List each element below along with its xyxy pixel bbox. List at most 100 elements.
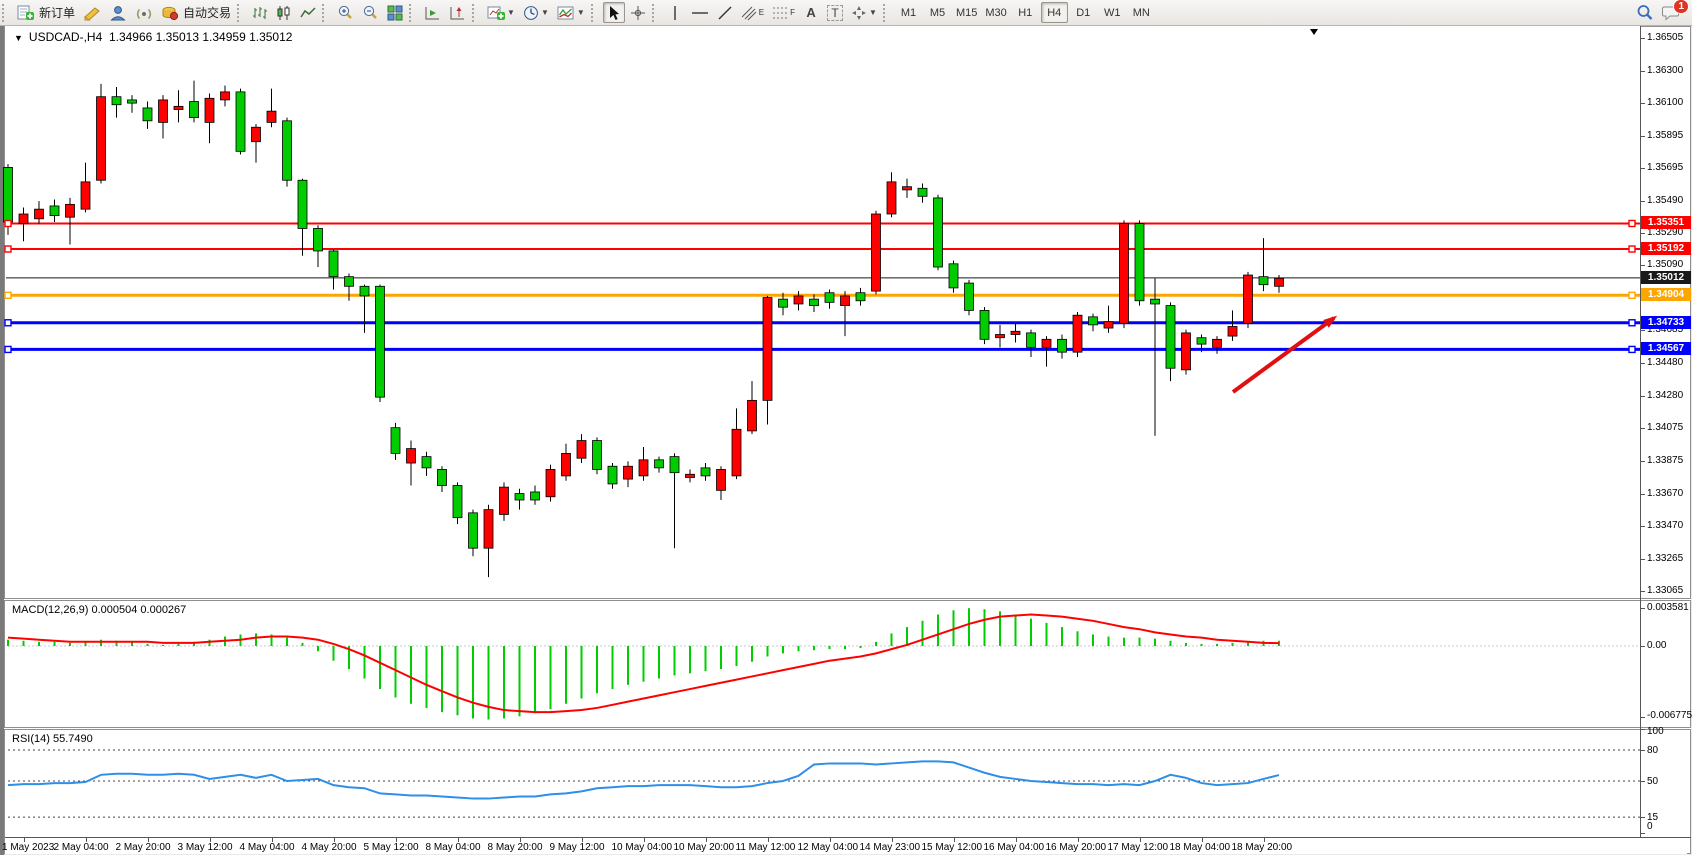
chart-shift-button[interactable]	[446, 2, 469, 23]
line-drag-handle[interactable]	[1629, 220, 1635, 226]
candle-body	[360, 286, 369, 296]
bar-chart-button[interactable]	[249, 2, 271, 23]
candle-body	[1197, 338, 1206, 344]
timeframe-button-m30[interactable]: M30	[982, 2, 1009, 23]
line-drag-handle[interactable]	[5, 320, 11, 326]
vertical-line-tool-button[interactable]	[664, 2, 686, 23]
text-tool-button[interactable]: A	[800, 2, 822, 23]
zoom-out-button[interactable]	[359, 2, 382, 23]
crayon-button[interactable]	[80, 2, 104, 23]
last-bar-shift-marker[interactable]	[1310, 29, 1318, 35]
profile-button[interactable]	[106, 2, 130, 23]
line-drag-handle[interactable]	[5, 292, 11, 298]
line-drag-handle[interactable]	[1629, 292, 1635, 298]
timeframe-button-h4[interactable]: H4	[1041, 2, 1068, 23]
timeframe-button-w1[interactable]: W1	[1099, 2, 1126, 23]
timeframe-button-d1[interactable]: D1	[1070, 2, 1097, 23]
timeframe-button-m1[interactable]: M1	[895, 2, 922, 23]
line-drag-handle[interactable]	[1629, 320, 1635, 326]
macd-tick-label: 0.00	[1647, 640, 1666, 651]
new-chart-button[interactable]: ▼	[484, 2, 518, 23]
candle-body	[670, 457, 679, 473]
line-drag-handle[interactable]	[5, 346, 11, 352]
price-chart-panel[interactable]	[0, 26, 1692, 598]
toolbar-grip[interactable]	[472, 4, 481, 22]
chart-title: ▼USDCAD-,H4 1.34966 1.35013 1.34959 1.35…	[14, 30, 292, 44]
line-drag-handle[interactable]	[5, 220, 11, 226]
rsi-label: RSI(14) 55.7490	[12, 733, 93, 745]
axis-tick	[1640, 781, 1645, 782]
candle-body	[531, 492, 540, 500]
chart-shift-icon	[449, 5, 466, 21]
auto-scroll-button[interactable]	[421, 2, 444, 23]
arrows-tool-button[interactable]: ▼	[848, 2, 880, 23]
candle-body	[965, 283, 974, 310]
horizontal-line-tool-button[interactable]	[688, 2, 712, 23]
line-chart-button[interactable]	[297, 2, 319, 23]
timeframe-button-m15[interactable]: M15	[953, 2, 980, 23]
profile-icon	[109, 5, 127, 21]
toolbar-grip[interactable]	[237, 4, 246, 22]
candle-body	[236, 92, 245, 151]
candlestick-chart-button[interactable]	[273, 2, 295, 23]
time-axis-label: 17 May 12:00	[1108, 842, 1169, 853]
axis-tick	[1640, 494, 1645, 495]
candle-body	[794, 296, 803, 304]
cursor-tool-button[interactable]	[603, 2, 625, 23]
toolbar-grip[interactable]	[409, 4, 418, 22]
new-order-button[interactable]: 新订单	[14, 2, 78, 23]
candle-body	[1027, 333, 1036, 347]
time-axis-label: 14 May 23:00	[860, 842, 921, 853]
candle-body	[918, 188, 927, 196]
tile-windows-button[interactable]	[384, 2, 406, 23]
candle-body	[97, 97, 106, 181]
axis-tick	[1640, 428, 1645, 429]
signal-icon	[135, 5, 153, 21]
equidistant-channel-tool-button[interactable]: E	[738, 2, 767, 23]
toolbar-grip[interactable]	[2, 4, 11, 22]
time-axis-label: 8 May 20:00	[488, 842, 543, 853]
collapse-triangle-icon[interactable]: ▼	[14, 33, 23, 43]
time-axis-label: 9 May 12:00	[550, 842, 605, 853]
timeframe-button-mn[interactable]: MN	[1128, 2, 1155, 23]
macd-panel[interactable]	[0, 601, 1692, 727]
line-drag-handle[interactable]	[5, 246, 11, 252]
signal-button[interactable]	[132, 2, 156, 23]
toolbar-grip[interactable]	[322, 4, 331, 22]
toolbar: 新订单 自动交易	[0, 0, 1692, 26]
price-tick-label: 1.36100	[1647, 97, 1683, 108]
line-drag-handle[interactable]	[1629, 246, 1635, 252]
label-tool-glyph: T	[827, 5, 842, 21]
fibonacci-tool-button[interactable]: F	[769, 2, 798, 23]
search-button[interactable]	[1633, 2, 1657, 23]
price-tick-label: 1.33065	[1647, 585, 1683, 596]
rsi-panel[interactable]	[0, 730, 1692, 837]
time-axis-label: 16 May 04:00	[984, 842, 1045, 853]
crosshair-tool-button[interactable]	[627, 2, 649, 23]
trendline-tool-button[interactable]	[714, 2, 736, 23]
macd-label: MACD(12,26,9) 0.000504 0.000267	[12, 604, 186, 616]
price-tick-label: 1.34075	[1647, 422, 1683, 433]
zoom-in-button[interactable]	[334, 2, 357, 23]
text-label-tool-button[interactable]: T	[824, 2, 846, 23]
candle-body	[1228, 326, 1237, 336]
price-tick-label: 1.35090	[1647, 259, 1683, 270]
period-button[interactable]: ▼	[520, 2, 552, 23]
candle-body	[562, 453, 571, 475]
toolbar-grip[interactable]	[591, 4, 600, 22]
price-tag: 1.34567	[1641, 342, 1691, 355]
timeframe-button-h1[interactable]: H1	[1012, 2, 1039, 23]
rsi-tick-label: 0	[1647, 821, 1653, 832]
axis-tick	[1640, 608, 1645, 609]
candle-body	[686, 474, 695, 477]
toolbar-grip[interactable]	[652, 4, 661, 22]
axis-tick	[1640, 71, 1645, 72]
toolbar-grip[interactable]	[883, 4, 892, 22]
chevron-down-icon: ▼	[577, 8, 585, 17]
price-tick-label: 1.33470	[1647, 520, 1683, 531]
notifications-button[interactable]: 1	[1659, 2, 1684, 23]
auto-trading-button[interactable]: 自动交易	[158, 2, 234, 23]
timeframe-button-m5[interactable]: M5	[924, 2, 951, 23]
line-drag-handle[interactable]	[1629, 346, 1635, 352]
indicators-button[interactable]: ▼	[554, 2, 588, 23]
